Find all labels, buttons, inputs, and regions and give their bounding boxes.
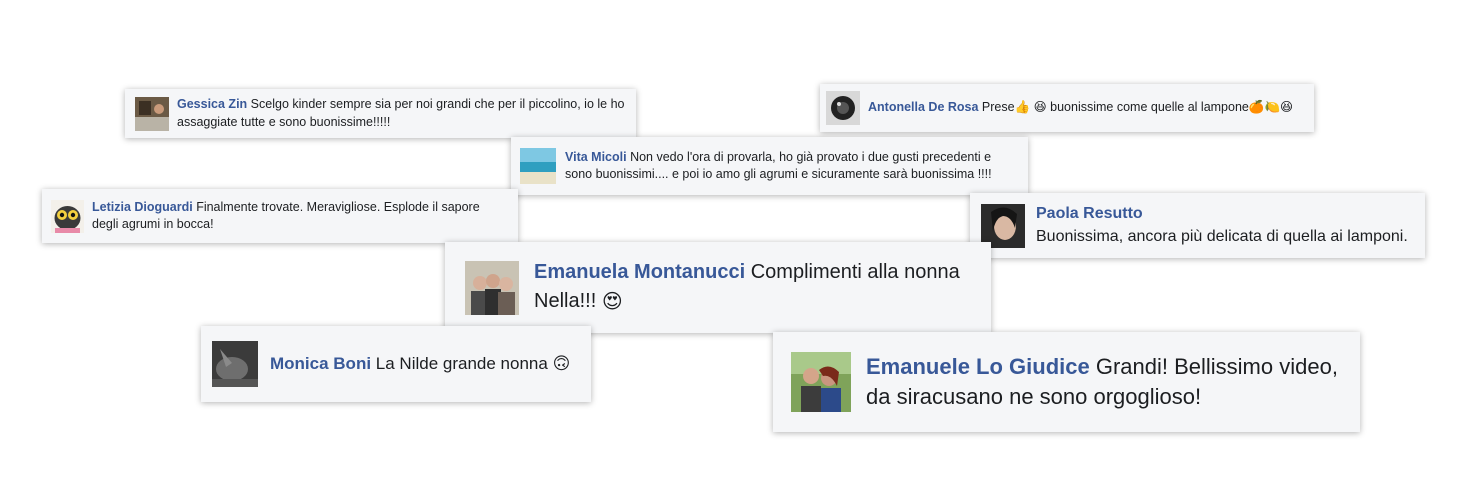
comment-text: Buonissima, ancora più delicata di quell… — [1036, 227, 1408, 245]
comment-text: Prese — [981, 100, 1015, 115]
heart-eyes-emoji-icon: 😍 — [601, 290, 623, 313]
lemon-emoji-icon: 🍋 — [1264, 100, 1281, 115]
comment-card: Antonella De Rosa Prese👍 😆 buonissime co… — [820, 84, 1314, 132]
comment-text: buonissime come quelle al lampone — [1046, 100, 1249, 115]
comment-body: Monica Boni La Nilde grande nonna 🙃 — [270, 352, 570, 376]
comment-card: Gessica Zin Scelgo kinder sempre sia per… — [125, 89, 636, 138]
commenter-name-link[interactable]: Emanuele Lo Giudice — [866, 354, 1090, 379]
comment-body: Vita Micoli Non vedo l'ora di provarla, … — [565, 149, 1019, 184]
comment-card: Emanuela Montanucci Complimenti alla non… — [445, 242, 991, 333]
comment-body: Paola Resutto Buonissima, ancora più del… — [1036, 203, 1408, 248]
avatar-photo-icon[interactable] — [981, 203, 1025, 248]
avatar-beach-icon[interactable] — [520, 148, 556, 184]
comment-body: Gessica Zin Scelgo kinder sempre sia per… — [177, 96, 626, 131]
comment-text: La Nilde grande nonna — [375, 353, 548, 373]
comment-body: Emanuele Lo Giudice Grandi! Bellissimo v… — [866, 352, 1342, 413]
comment-body: Emanuela Montanucci Complimenti alla non… — [534, 258, 971, 316]
commenter-name-link[interactable]: Vita Micoli — [565, 150, 627, 164]
comment-text: Non vedo l'ora di provarla, ho già prova… — [565, 149, 992, 182]
upside-down-face-emoji-icon: 🙃 — [552, 354, 571, 374]
avatar-photo-icon[interactable] — [826, 91, 860, 125]
thumbs-up-emoji-icon: 👍 — [1014, 100, 1031, 115]
avatar-group-photo-icon[interactable] — [465, 260, 519, 315]
comment-card: Paola Resutto Buonissima, ancora più del… — [970, 193, 1425, 258]
avatar-photo-icon[interactable] — [212, 341, 258, 387]
laughing-emoji-icon: 😆 — [1280, 100, 1294, 115]
orange-emoji-icon: 🍊 — [1248, 100, 1265, 115]
comment-body: Letizia Dioguardi Finalmente trovate. Me… — [92, 199, 509, 234]
comment-card: Letizia Dioguardi Finalmente trovate. Me… — [42, 189, 518, 243]
commenter-name-link[interactable]: Antonella De Rosa — [868, 100, 978, 114]
avatar-couple-photo-icon[interactable] — [791, 352, 851, 412]
commenter-name-link[interactable]: Emanuela Montanucci — [534, 261, 745, 283]
commenter-name-link[interactable]: Letizia Dioguardi — [92, 200, 193, 214]
comment-card: Vita Micoli Non vedo l'ora di provarla, … — [511, 137, 1028, 195]
comment-body: Antonella De Rosa Prese👍 😆 buonissime co… — [868, 99, 1293, 117]
avatar-photo-icon[interactable] — [135, 96, 169, 131]
commenter-name-link[interactable]: Gessica Zin — [177, 97, 247, 111]
laughing-emoji-icon: 😆 — [1033, 100, 1047, 115]
commenter-name-link[interactable]: Paola Resutto — [1036, 205, 1143, 222]
comment-card: Emanuele Lo Giudice Grandi! Bellissimo v… — [773, 332, 1360, 432]
commenter-name-link[interactable]: Monica Boni — [270, 354, 371, 373]
avatar-owl-icon[interactable] — [51, 199, 84, 233]
comment-card: Monica Boni La Nilde grande nonna 🙃 — [201, 326, 591, 402]
